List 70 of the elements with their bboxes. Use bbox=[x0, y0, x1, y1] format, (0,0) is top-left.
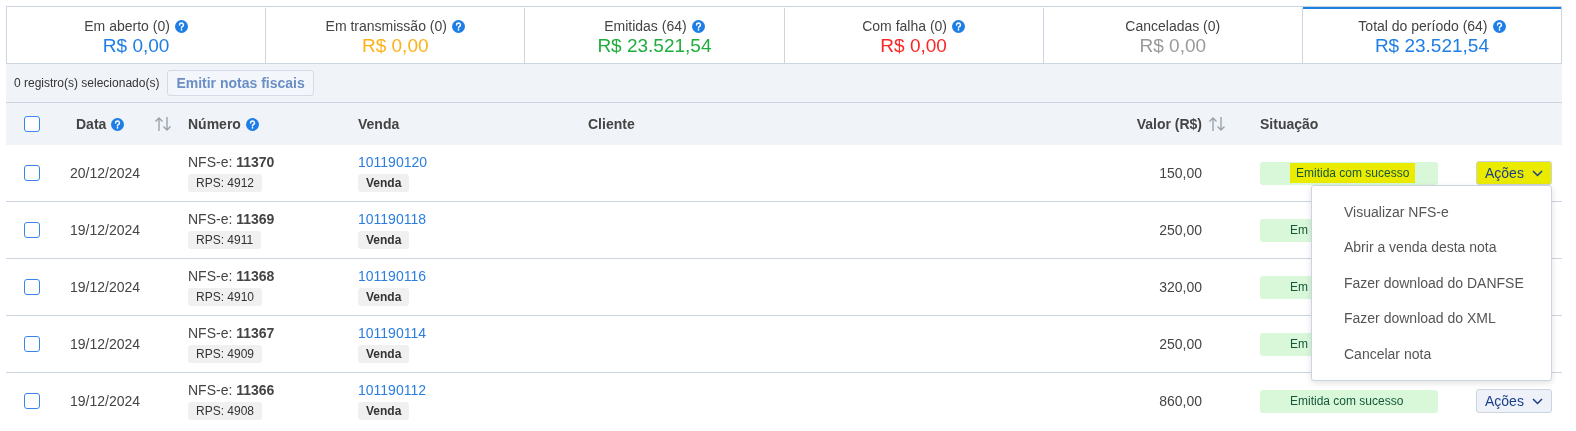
chevron-down-icon bbox=[1531, 169, 1543, 177]
sale-tag: Venda bbox=[358, 174, 410, 192]
actions-button[interactable]: Ações bbox=[1476, 389, 1552, 413]
sale-tag: Venda bbox=[358, 345, 410, 363]
help-icon[interactable] bbox=[952, 19, 965, 33]
card-label: Em aberto (0) bbox=[84, 17, 170, 34]
selection-count: 0 registro(s) selecionado(s) bbox=[14, 76, 160, 90]
amount-cell: 150,00 bbox=[1159, 165, 1202, 181]
column-header: Venda bbox=[358, 116, 400, 132]
checkbox[interactable] bbox=[24, 279, 40, 295]
actions-button[interactable]: Ações bbox=[1476, 161, 1552, 185]
amount-cell: 250,00 bbox=[1159, 336, 1202, 352]
sale-link[interactable]: 101190118 bbox=[358, 211, 426, 227]
chevron-down-icon bbox=[1531, 397, 1543, 405]
date-cell: 19/12/2024 bbox=[70, 222, 141, 238]
card-label: Em transmissão (0) bbox=[325, 17, 447, 34]
rps-tag: RPS: 4908 bbox=[188, 402, 263, 420]
rps-tag: RPS: 4912 bbox=[188, 174, 263, 192]
help-icon[interactable] bbox=[111, 117, 125, 131]
sale-link[interactable]: 101190114 bbox=[358, 325, 426, 341]
rps-tag: RPS: 4910 bbox=[188, 288, 263, 306]
status-badge: Emitida com sucesso bbox=[1260, 389, 1438, 413]
invoice-number: NFS-e: 11368 bbox=[188, 268, 275, 284]
checkbox[interactable] bbox=[24, 336, 40, 352]
invoice-number: NFS-e: 11370 bbox=[188, 154, 275, 170]
card-amount: R$ 23.521,54 bbox=[597, 34, 712, 57]
column-header: Situação bbox=[1260, 116, 1319, 132]
help-icon[interactable] bbox=[1492, 19, 1506, 33]
amount-cell: 250,00 bbox=[1159, 222, 1202, 238]
sale-link[interactable]: 101190120 bbox=[358, 154, 428, 170]
sort-icon[interactable] bbox=[154, 116, 173, 132]
card-amount: R$ 23.521,54 bbox=[1374, 34, 1489, 57]
sale-tag: Venda bbox=[358, 231, 410, 249]
sale-link[interactable]: 101190112 bbox=[358, 382, 426, 398]
checkbox[interactable] bbox=[24, 116, 40, 132]
date-cell: 19/12/2024 bbox=[70, 393, 141, 409]
invoice-number: NFS-e: 11369 bbox=[188, 211, 275, 227]
help-icon[interactable] bbox=[174, 19, 188, 33]
card-label: Canceladas (0) bbox=[1125, 17, 1221, 34]
column-header: Cliente bbox=[588, 116, 635, 132]
invoice-number: NFS-e: 11366 bbox=[188, 382, 275, 398]
amount-cell: 860,00 bbox=[1159, 393, 1202, 409]
card-amount: R$ 0,00 bbox=[1139, 34, 1207, 57]
date-cell: 19/12/2024 bbox=[70, 336, 141, 352]
checkbox[interactable] bbox=[24, 165, 40, 181]
sale-tag: Venda bbox=[358, 288, 410, 306]
date-cell: 20/12/2024 bbox=[70, 165, 141, 181]
sort-icon[interactable] bbox=[1208, 116, 1226, 132]
invoice-number: NFS-e: 11367 bbox=[188, 325, 275, 341]
column-header[interactable]: Valor (R$) bbox=[1136, 116, 1202, 132]
help-icon[interactable] bbox=[691, 19, 705, 33]
date-cell: 19/12/2024 bbox=[70, 279, 141, 295]
sale-link[interactable]: 101190116 bbox=[358, 268, 426, 284]
sale-tag: Venda bbox=[358, 402, 410, 420]
amount-cell: 320,00 bbox=[1159, 279, 1202, 295]
card-label: Com falha (0) bbox=[862, 17, 947, 34]
card-amount: R$ 0,00 bbox=[102, 34, 170, 57]
status-badge: Emitida com sucesso bbox=[1260, 161, 1438, 185]
checkbox[interactable] bbox=[24, 222, 40, 238]
rps-tag: RPS: 4909 bbox=[188, 345, 263, 363]
card-label: Total do período (64) bbox=[1358, 17, 1488, 34]
column-header[interactable]: Data bbox=[76, 116, 107, 132]
card-amount: R$ 0,00 bbox=[880, 34, 947, 57]
column-header: Número bbox=[188, 116, 241, 132]
checkbox[interactable] bbox=[24, 393, 40, 409]
help-icon[interactable] bbox=[451, 19, 465, 33]
card-label: Emitidas (64) bbox=[604, 17, 687, 34]
card-amount: R$ 0,00 bbox=[362, 34, 429, 57]
rps-tag: RPS: 4911 bbox=[188, 231, 262, 249]
help-icon[interactable] bbox=[245, 117, 259, 131]
